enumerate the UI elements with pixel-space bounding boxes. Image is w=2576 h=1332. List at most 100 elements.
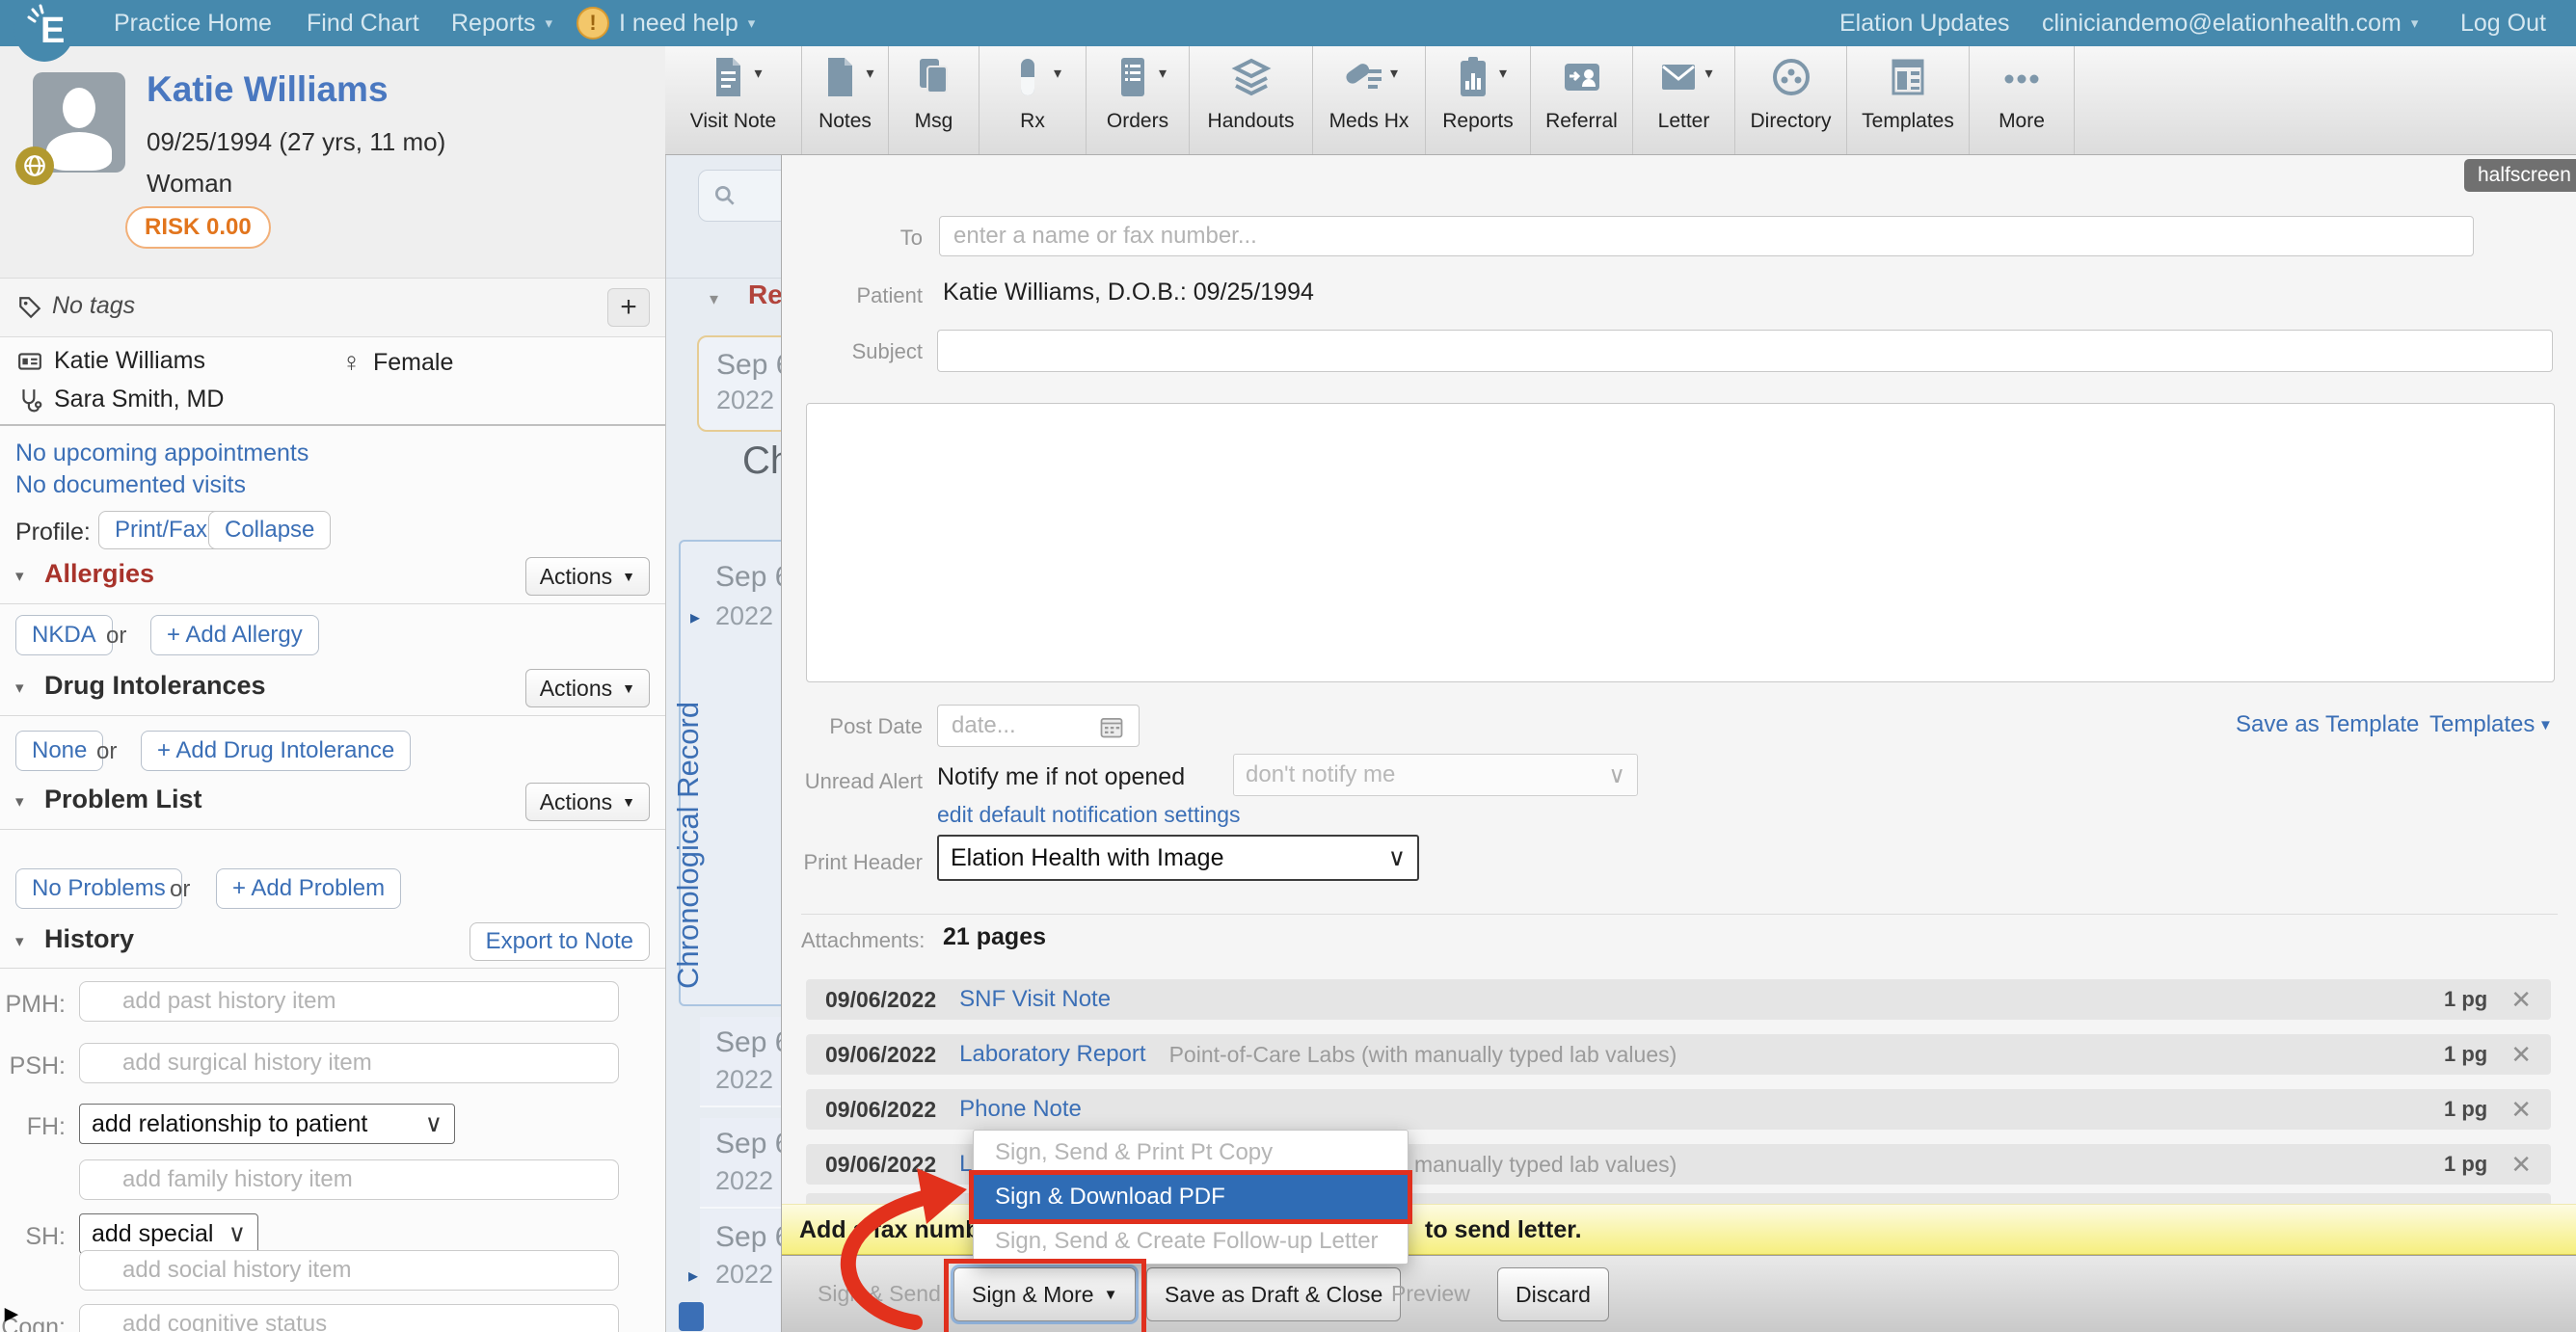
documented-visits-link[interactable]: No documented visits bbox=[15, 471, 246, 499]
collapse-caret-icon[interactable]: ▾ bbox=[15, 932, 24, 951]
add-allergy-button[interactable]: + Add Allergy bbox=[150, 615, 319, 655]
toolbar-reports[interactable]: ▾ Reports bbox=[1426, 46, 1531, 154]
problem-list-actions-button[interactable]: Actions▼ bbox=[525, 783, 650, 821]
letter-envelope-icon bbox=[1654, 54, 1703, 100]
nav-log-out[interactable]: Log Out bbox=[2460, 0, 2546, 46]
record-section-heading: Re bbox=[748, 280, 783, 310]
sh-input[interactable] bbox=[79, 1250, 619, 1291]
sh-special-select[interactable]: add special∨ bbox=[79, 1213, 258, 1254]
nav-find-chart[interactable]: Find Chart bbox=[307, 0, 419, 46]
toolbar-handouts[interactable]: Handouts bbox=[1190, 46, 1313, 154]
toolbar-visit-note[interactable]: ▾ Visit Note bbox=[665, 46, 802, 154]
subject-input[interactable] bbox=[937, 330, 2553, 372]
expand-caret-icon: ▸ bbox=[688, 1264, 698, 1288]
toolbar-more[interactable]: More bbox=[1970, 46, 2075, 154]
nav-elation-updates[interactable]: Elation Updates bbox=[1839, 0, 2010, 46]
allergies-title: Allergies bbox=[44, 559, 154, 589]
save-as-draft-button[interactable]: Save as Draft & Close bbox=[1146, 1267, 1401, 1321]
unread-alert-select[interactable]: don't notify me∨ bbox=[1233, 754, 1638, 796]
collapse-caret-icon[interactable]: ▾ bbox=[710, 289, 718, 309]
dropdown-caret-icon: ▾ bbox=[1499, 64, 1507, 83]
menu-item-sign-send-print[interactable]: Sign, Send & Print Pt Copy bbox=[974, 1131, 1408, 1175]
toolbar-referral[interactable]: Referral bbox=[1531, 46, 1633, 154]
risk-badge[interactable]: RISK 0.00 bbox=[125, 206, 271, 249]
toolbar-meds-hx[interactable]: ▾ Meds Hx bbox=[1313, 46, 1426, 154]
print-fax-button[interactable]: Print/Fax bbox=[98, 511, 224, 549]
collapse-button[interactable]: Collapse bbox=[208, 511, 331, 549]
nav-account-menu[interactable]: cliniciandemo@elationhealth.com▾ bbox=[2042, 0, 2418, 46]
nkda-button[interactable]: NKDA bbox=[15, 615, 113, 655]
patient-legal-name-row: Katie Williams bbox=[17, 347, 205, 375]
pmh-input[interactable] bbox=[79, 981, 619, 1022]
globe-badge-icon bbox=[15, 147, 54, 185]
halfscreen-toggle[interactable]: halfscreen bbox=[2464, 159, 2576, 192]
letter-body-textarea[interactable] bbox=[806, 403, 2555, 682]
remove-attachment-icon[interactable]: ✕ bbox=[2510, 1150, 2532, 1180]
collapse-caret-icon[interactable]: ▾ bbox=[15, 792, 24, 812]
remove-attachment-icon[interactable]: ✕ bbox=[2510, 1095, 2532, 1125]
menu-item-sign-download-pdf[interactable]: Sign & Download PDF bbox=[974, 1175, 1408, 1219]
attachment-link[interactable]: Phone Note bbox=[959, 1096, 1082, 1123]
add-tag-button[interactable]: + bbox=[607, 288, 650, 327]
calendar-icon[interactable] bbox=[1098, 713, 1125, 740]
toolbar-rx[interactable]: ▾ Rx bbox=[979, 46, 1087, 154]
export-to-note-button[interactable]: Export to Note bbox=[470, 922, 650, 961]
allergies-actions-button[interactable]: Actions▼ bbox=[525, 557, 650, 596]
chevron-down-icon: ▼ bbox=[622, 794, 635, 810]
chevron-down-icon: ∨ bbox=[425, 1109, 443, 1138]
handouts-icon bbox=[1227, 54, 1275, 100]
print-header-label: Print Header bbox=[801, 850, 923, 875]
dropdown-caret-icon: ▾ bbox=[866, 64, 873, 83]
save-as-template-link[interactable]: Save as Template bbox=[2236, 711, 2419, 738]
attachment-row: 09/06/2022 Phone Note 1 pg ✕ bbox=[806, 1089, 2551, 1130]
attachment-link[interactable]: SNF Visit Note bbox=[959, 986, 1111, 1013]
toolbar-directory[interactable]: Directory bbox=[1735, 46, 1847, 154]
subject-label: Subject bbox=[801, 339, 923, 364]
patient-name[interactable]: Katie Williams bbox=[147, 69, 389, 110]
chevron-down-icon: ▾ bbox=[546, 14, 553, 32]
chevron-down-icon: ▼ bbox=[622, 569, 635, 584]
psh-input[interactable] bbox=[79, 1043, 619, 1083]
nav-need-help[interactable]: ! I need help ▾ bbox=[577, 0, 755, 46]
collapse-caret-icon[interactable]: ▾ bbox=[15, 567, 24, 586]
dropdown-caret-icon: ▾ bbox=[1054, 64, 1061, 83]
chevron-down-icon[interactable]: ▼ bbox=[2538, 717, 2553, 733]
discard-button[interactable]: Discard bbox=[1497, 1267, 1609, 1321]
attachment-link[interactable]: Laboratory Report bbox=[959, 1041, 1145, 1068]
toolbar-orders[interactable]: ▾ Orders bbox=[1087, 46, 1190, 154]
toolbar-templates[interactable]: Templates bbox=[1847, 46, 1970, 154]
drug-intolerances-title: Drug Intolerances bbox=[44, 671, 266, 701]
add-drug-intolerance-button[interactable]: + Add Drug Intolerance bbox=[141, 731, 411, 771]
add-problem-button[interactable]: + Add Problem bbox=[216, 868, 401, 909]
cogn-input[interactable] bbox=[79, 1304, 619, 1332]
templates-menu-link[interactable]: Templates bbox=[2429, 711, 2535, 738]
elation-logo[interactable]: E bbox=[13, 0, 75, 62]
menu-item-sign-send-followup[interactable]: Sign, Send & Create Follow-up Letter bbox=[974, 1219, 1408, 1264]
toolbar-notes[interactable]: ▾ Notes bbox=[802, 46, 889, 154]
edit-notification-settings-link[interactable]: edit default notification settings bbox=[937, 802, 1241, 828]
no-problems-button[interactable]: No Problems bbox=[15, 868, 182, 909]
remove-attachment-icon[interactable]: ✕ bbox=[2510, 1040, 2532, 1070]
to-input[interactable] bbox=[939, 216, 2474, 256]
chevron-down-icon: ∨ bbox=[1608, 761, 1625, 789]
fh-input[interactable] bbox=[79, 1159, 619, 1200]
no-drug-intolerance-button[interactable]: None bbox=[15, 731, 103, 771]
collapse-caret-icon[interactable]: ▾ bbox=[15, 679, 24, 698]
referral-icon bbox=[1558, 54, 1606, 100]
chronological-record-vertical-tab[interactable]: Chronological Record bbox=[671, 623, 706, 989]
remove-attachment-icon[interactable]: ✕ bbox=[2510, 985, 2532, 1015]
nav-practice-home[interactable]: Practice Home bbox=[114, 0, 272, 46]
nav-reports[interactable]: Reports▾ bbox=[451, 0, 552, 46]
more-dots-icon bbox=[1998, 58, 2046, 104]
history-title: History bbox=[44, 924, 134, 954]
drug-intolerances-actions-button[interactable]: Actions▼ bbox=[525, 669, 650, 707]
tags-row: No tags + bbox=[0, 278, 665, 337]
toolbar-letter[interactable]: ▾ Letter bbox=[1633, 46, 1735, 154]
chevron-down-icon: ∨ bbox=[228, 1219, 246, 1248]
letter-patient-label: Patient bbox=[801, 283, 923, 308]
upcoming-appointments-link[interactable]: No upcoming appointments bbox=[15, 440, 309, 467]
fh-relationship-select[interactable]: add relationship to patient∨ bbox=[79, 1104, 455, 1144]
fh-label: FH: bbox=[0, 1113, 66, 1141]
print-header-select[interactable]: Elation Health with Image∨ bbox=[937, 835, 1419, 881]
toolbar-msg[interactable]: Msg bbox=[889, 46, 979, 154]
